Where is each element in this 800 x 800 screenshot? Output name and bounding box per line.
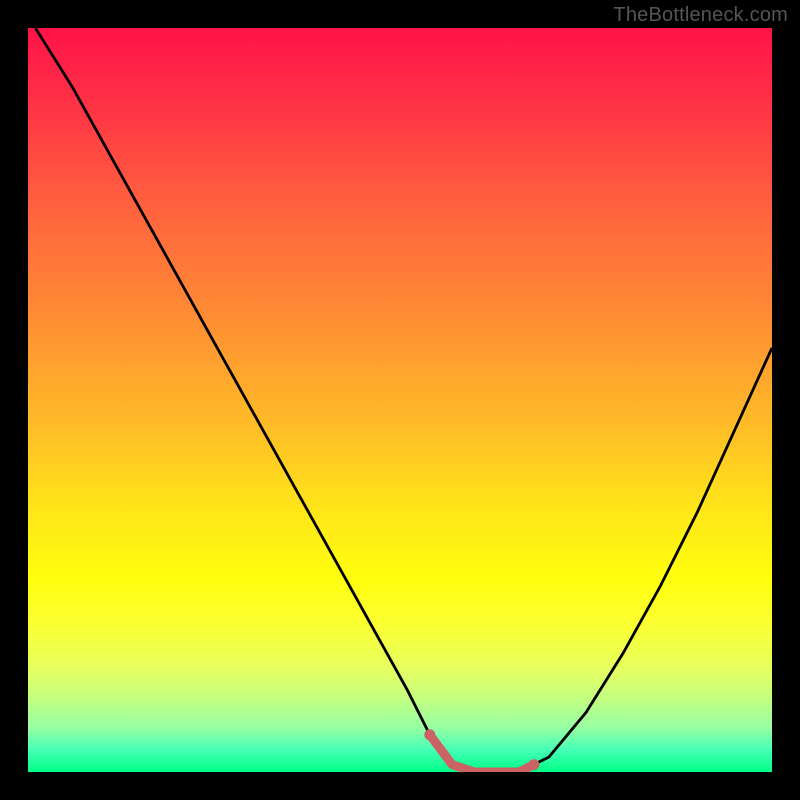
plot-area (28, 28, 772, 772)
bottleneck-curve (35, 28, 772, 772)
highlight-end-dot (528, 759, 539, 770)
optimal-range-highlight (430, 735, 534, 772)
highlight-start-dot (424, 729, 435, 740)
chart-frame: TheBottleneck.com (0, 0, 800, 800)
watermark-text: TheBottleneck.com (613, 4, 788, 27)
curve-layer (28, 28, 772, 772)
